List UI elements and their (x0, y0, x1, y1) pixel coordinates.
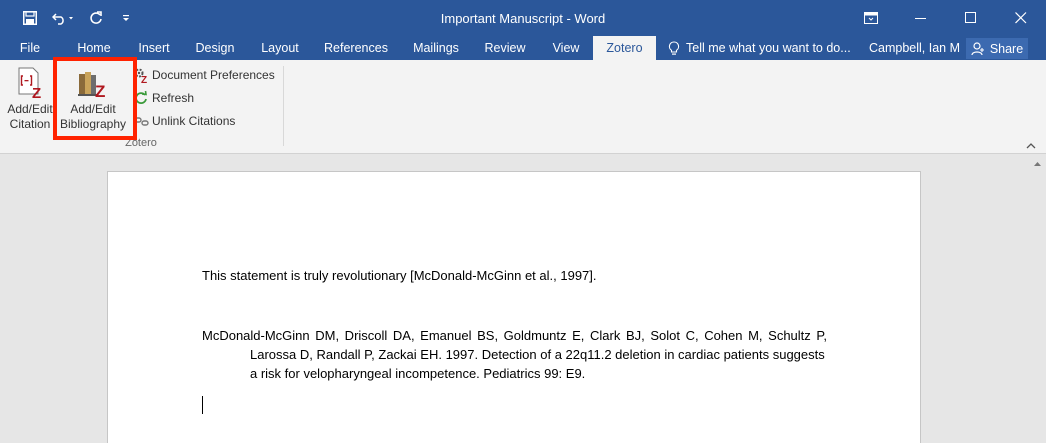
add-edit-bibliography-label-1: Add/Edit (70, 102, 116, 116)
maximize-icon (965, 12, 976, 23)
unlink-citations-button[interactable]: Unlink Citations (133, 111, 235, 131)
quick-access-toolbar (0, 0, 141, 36)
tell-me-placeholder: Tell me what you want to do... (686, 41, 851, 55)
share-label: Share (989, 41, 1024, 56)
save-button[interactable] (15, 0, 45, 36)
share-button[interactable]: Share (966, 38, 1028, 59)
user-account[interactable]: Campbell, Ian M (869, 36, 960, 60)
reference-line-3: a risk for velopharyngeal incompetence. … (250, 366, 586, 381)
tab-home[interactable]: Home (70, 36, 118, 60)
minimize-icon (915, 18, 926, 19)
statement-paragraph[interactable]: This statement is truly revolutionary [M… (202, 266, 597, 285)
title-bar: Important Manuscript - Word (0, 0, 1046, 36)
person-icon (971, 41, 984, 55)
add-edit-bibliography-label-2: Bibliography (59, 117, 127, 131)
reference-line-1: McDonald-McGinn DM, Driscoll DA, Emanuel… (202, 328, 827, 343)
undo-icon (52, 13, 73, 25)
reference-line-2: Larossa D, Randall P, Zackai EH. 1997. D… (250, 347, 825, 362)
unlink-icon (133, 117, 149, 126)
close-icon (1015, 12, 1027, 24)
svg-text:Z: Z (32, 85, 41, 100)
tab-design[interactable]: Design (190, 36, 240, 60)
ribbon-display-options-button[interactable] (846, 0, 896, 36)
redo-button[interactable] (81, 0, 111, 36)
add-edit-citation-label-2: Citation (9, 117, 51, 131)
statement-text: This statement is truly revolutionary (202, 268, 411, 283)
lightbulb-icon (668, 40, 680, 55)
document-page[interactable]: This statement is truly revolutionary [M… (107, 171, 921, 443)
add-edit-citation-button[interactable]: Z Add/Edit Citation (2, 64, 58, 136)
svg-text:Z: Z (141, 75, 147, 83)
add-edit-bibliography-button[interactable]: Z Add/Edit Bibliography (58, 64, 128, 136)
customize-qat-button[interactable] (111, 0, 141, 36)
document-preferences-label: Document Preferences (152, 68, 275, 82)
document-preferences-button[interactable]: Z Document Preferences (133, 65, 275, 85)
tab-insert[interactable]: Insert (131, 36, 177, 60)
ribbon-display-icon (864, 12, 878, 24)
bibliography-icon: Z (78, 72, 105, 100)
citation-icon: Z (18, 67, 41, 100)
ribbon-tabs: File Home Insert Design Layout Reference… (0, 36, 1046, 60)
tab-review[interactable]: Review (480, 36, 530, 60)
undo-button[interactable] (45, 0, 81, 36)
minimize-button[interactable] (896, 0, 946, 36)
redo-icon (90, 11, 102, 24)
statement-end: . (592, 268, 597, 283)
gear-icon: Z (134, 68, 147, 83)
vertical-scrollbar[interactable] (1029, 154, 1046, 443)
save-icon (23, 11, 37, 25)
svg-text:Z: Z (95, 82, 105, 100)
window-controls (846, 0, 1046, 36)
close-button[interactable] (996, 0, 1046, 36)
refresh-icon (135, 90, 147, 104)
chevron-up-icon (1026, 143, 1036, 149)
refresh-button[interactable]: Refresh (133, 88, 194, 108)
citation-field[interactable]: [McDonald-McGinn et al., 1997] (410, 268, 593, 283)
group-label-zotero: Zotero (125, 137, 157, 149)
customize-icon (123, 15, 129, 21)
text-cursor (202, 396, 203, 414)
collapse-ribbon-button[interactable] (1026, 138, 1036, 152)
add-edit-citation-label-1: Add/Edit (7, 102, 53, 116)
tab-references[interactable]: References (320, 36, 392, 60)
refresh-label: Refresh (152, 91, 195, 105)
scroll-up-icon (1034, 162, 1041, 166)
tab-layout[interactable]: Layout (255, 36, 305, 60)
unlink-citations-label: Unlink Citations (152, 114, 236, 128)
tell-me-box[interactable]: Tell me what you want to do... (668, 36, 851, 60)
tab-file[interactable]: File (10, 36, 50, 60)
tab-mailings[interactable]: Mailings (404, 36, 468, 60)
tab-zotero[interactable]: Zotero (593, 36, 656, 60)
group-separator (283, 66, 284, 146)
tab-view[interactable]: View (545, 36, 587, 60)
bibliography-entry[interactable]: McDonald-McGinn DM, Driscoll DA, Emanuel… (202, 326, 827, 383)
ribbon-zotero: Z Add/Edit Citation Z Add/Edit Bibliogra… (0, 60, 1046, 154)
maximize-button[interactable] (946, 0, 996, 36)
